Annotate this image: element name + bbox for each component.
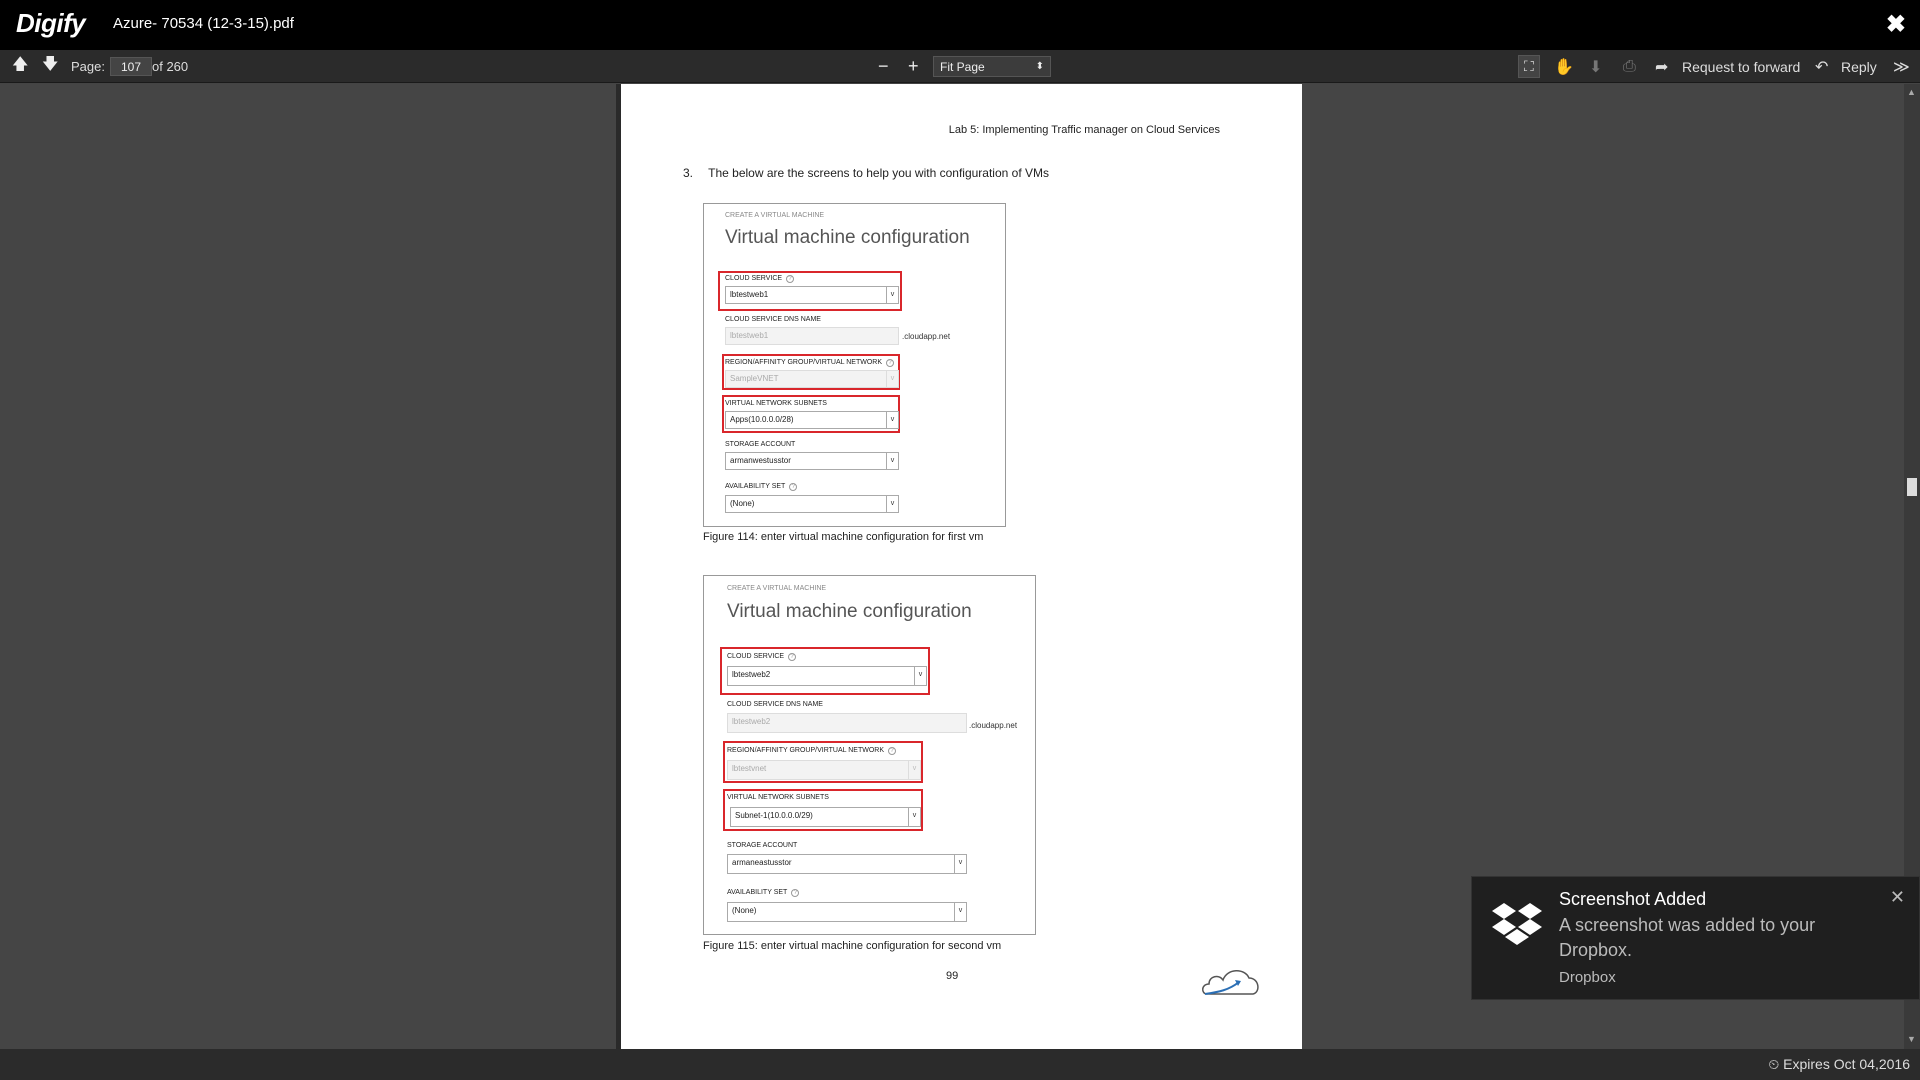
availability-select: (None) v — [725, 495, 899, 513]
help-icon: ? — [791, 889, 800, 897]
region-label: REGION/AFFINITY GROUP/VIRTUAL NETWORK? — [725, 359, 894, 367]
print-icon[interactable]: ⎙ — [1623, 50, 1636, 83]
help-icon: ? — [789, 483, 798, 491]
dns-label: CLOUD SERVICE DNS NAME — [725, 316, 821, 323]
reply-icon[interactable]: ↶ — [1815, 50, 1828, 83]
subnets-label: VIRTUAL NETWORK SUBNETS — [727, 794, 829, 801]
toolbar: 🡅 🡇 Page: of 260 − + Fit Page ⬍ ⛶ ✋ ⬇ ⎙ … — [0, 50, 1920, 83]
toast-close-icon[interactable]: ✕ — [1890, 887, 1905, 908]
subnets-label: VIRTUAL NETWORK SUBNETS — [725, 400, 827, 407]
document-title: Azure- 70534 (12-3-15).pdf — [113, 15, 294, 32]
pdf-page-number: 99 — [946, 970, 959, 982]
next-page-icon[interactable]: 🡇 — [42, 50, 58, 83]
storage-select: armaneastusstor v — [727, 854, 967, 874]
cloud-logo-icon — [1202, 970, 1259, 995]
step-text: 3. The below are the screens to help you… — [683, 166, 1049, 180]
storage-label: STORAGE ACCOUNT — [727, 842, 798, 849]
chevron-down-icon: v — [908, 761, 920, 779]
cloud-service-label: CLOUD SERVICE? — [725, 275, 795, 283]
chevron-down-icon: v — [908, 808, 920, 826]
chevron-down-icon: v — [886, 287, 898, 303]
cloud-service-label: CLOUD SERVICE? — [727, 653, 797, 661]
chevron-down-icon: v — [886, 496, 898, 512]
forward-icon[interactable]: ➦ — [1655, 50, 1668, 83]
fig-small-caption: CREATE A VIRTUAL MACHINE — [725, 212, 825, 219]
availability-label: AVAILABILITY SET? — [725, 483, 798, 491]
availability-select: (None) v — [727, 902, 967, 922]
help-icon: ? — [788, 653, 797, 661]
dns-input: lbtestweb1 — [725, 327, 899, 345]
dns-label: CLOUD SERVICE DNS NAME — [727, 701, 823, 708]
previous-page-icon[interactable]: 🡅 — [12, 50, 28, 83]
dns-suffix: .cloudapp.net — [902, 332, 951, 341]
cloud-service-select: lbtestweb2 v — [727, 666, 927, 686]
help-icon: ? — [888, 747, 896, 755]
dns-suffix: .cloudapp.net — [969, 721, 1018, 730]
page-header: Lab 5: Implementing Traffic manager on C… — [948, 124, 1220, 136]
zoom-out-button[interactable]: − — [878, 50, 889, 83]
zoom-select-value: Fit Page — [940, 59, 985, 74]
close-icon[interactable]: ✖ — [1886, 10, 1906, 39]
region-label: REGION/AFFINITY GROUP/VIRTUAL NETWORK? — [727, 747, 896, 755]
hand-tool-icon[interactable]: ✋ — [1554, 50, 1574, 83]
scroll-up-icon[interactable]: ▲ — [1907, 87, 1916, 97]
help-icon: ? — [786, 275, 795, 283]
expiry-text: ⏲ Expires Oct 04,2016 — [1768, 1056, 1910, 1072]
chevron-down-icon: v — [886, 412, 898, 428]
fig-heading: Virtual machine configuration — [727, 601, 972, 622]
subnets-select: Subnet-1(10.0.0.0/29) v — [730, 807, 921, 827]
scroll-down-icon[interactable]: ▼ — [1907, 1034, 1916, 1044]
help-icon: ? — [886, 359, 894, 367]
page-total: of 260 — [152, 59, 189, 74]
fig-small-caption: CREATE A VIRTUAL MACHINE — [727, 585, 827, 592]
pdf-page: Lab 5: Implementing Traffic manager on C… — [621, 84, 1302, 1049]
dropbox-notification[interactable]: Screenshot Added A screenshot was added … — [1471, 876, 1920, 1000]
storage-label: STORAGE ACCOUNT — [725, 441, 796, 448]
step-number: 3. — [683, 166, 694, 180]
expand-panel-icon[interactable]: ≫ — [1893, 50, 1910, 83]
select-arrow-icon: ⬍ — [1035, 61, 1044, 72]
fullscreen-icon[interactable]: ⛶ — [1518, 55, 1540, 78]
status-bar: ⏲ Expires Oct 04,2016 — [0, 1049, 1920, 1080]
chevron-down-icon: v — [886, 371, 898, 387]
figure-114-screenshot: CREATE A VIRTUAL MACHINE Virtual machine… — [703, 203, 1006, 527]
chevron-down-icon: v — [914, 667, 926, 685]
page-number-input[interactable] — [110, 57, 152, 76]
toast-source: Dropbox — [1559, 969, 1616, 986]
digify-logo: Digify — [16, 8, 86, 38]
scrollbar-thumb[interactable] — [1907, 478, 1917, 496]
region-select: SampleVNET v — [725, 370, 899, 388]
chevron-down-icon: v — [886, 453, 898, 469]
figure-114-caption: Figure 114: enter virtual machine config… — [703, 531, 984, 543]
availability-label: AVAILABILITY SET? — [727, 889, 800, 897]
zoom-select[interactable]: Fit Page ⬍ — [933, 56, 1051, 77]
download-icon[interactable]: ⬇ — [1589, 50, 1602, 83]
figure-115-screenshot: CREATE A VIRTUAL MACHINE Virtual machine… — [703, 575, 1036, 935]
toast-title: Screenshot Added — [1559, 889, 1707, 909]
toast-message: A screenshot was added to your Dropbox. — [1559, 915, 1816, 960]
zoom-in-button[interactable]: + — [908, 50, 919, 83]
fig-heading: Virtual machine configuration — [725, 227, 970, 248]
chevron-down-icon: v — [954, 855, 966, 873]
request-to-forward-button[interactable]: Request to forward — [1682, 50, 1800, 83]
reply-button[interactable]: Reply — [1841, 50, 1877, 83]
cloud-service-select: lbtestweb1 v — [725, 286, 899, 304]
region-select: lbtestvnet v — [727, 760, 921, 780]
dns-input: lbtestweb2 — [727, 713, 967, 733]
chevron-down-icon: v — [954, 903, 966, 921]
figure-115-caption: Figure 115: enter virtual machine config… — [703, 940, 1002, 952]
subnets-select: Apps(10.0.0.0/28) v — [725, 411, 899, 429]
step-description: The below are the screens to help you wi… — [708, 166, 1049, 180]
dropbox-icon — [1492, 903, 1542, 945]
page-label: Page: — [71, 59, 105, 74]
title-bar: Digify Azure- 70534 (12-3-15).pdf ✖ — [0, 0, 1920, 50]
storage-select: armanwestusstor v — [725, 452, 899, 470]
